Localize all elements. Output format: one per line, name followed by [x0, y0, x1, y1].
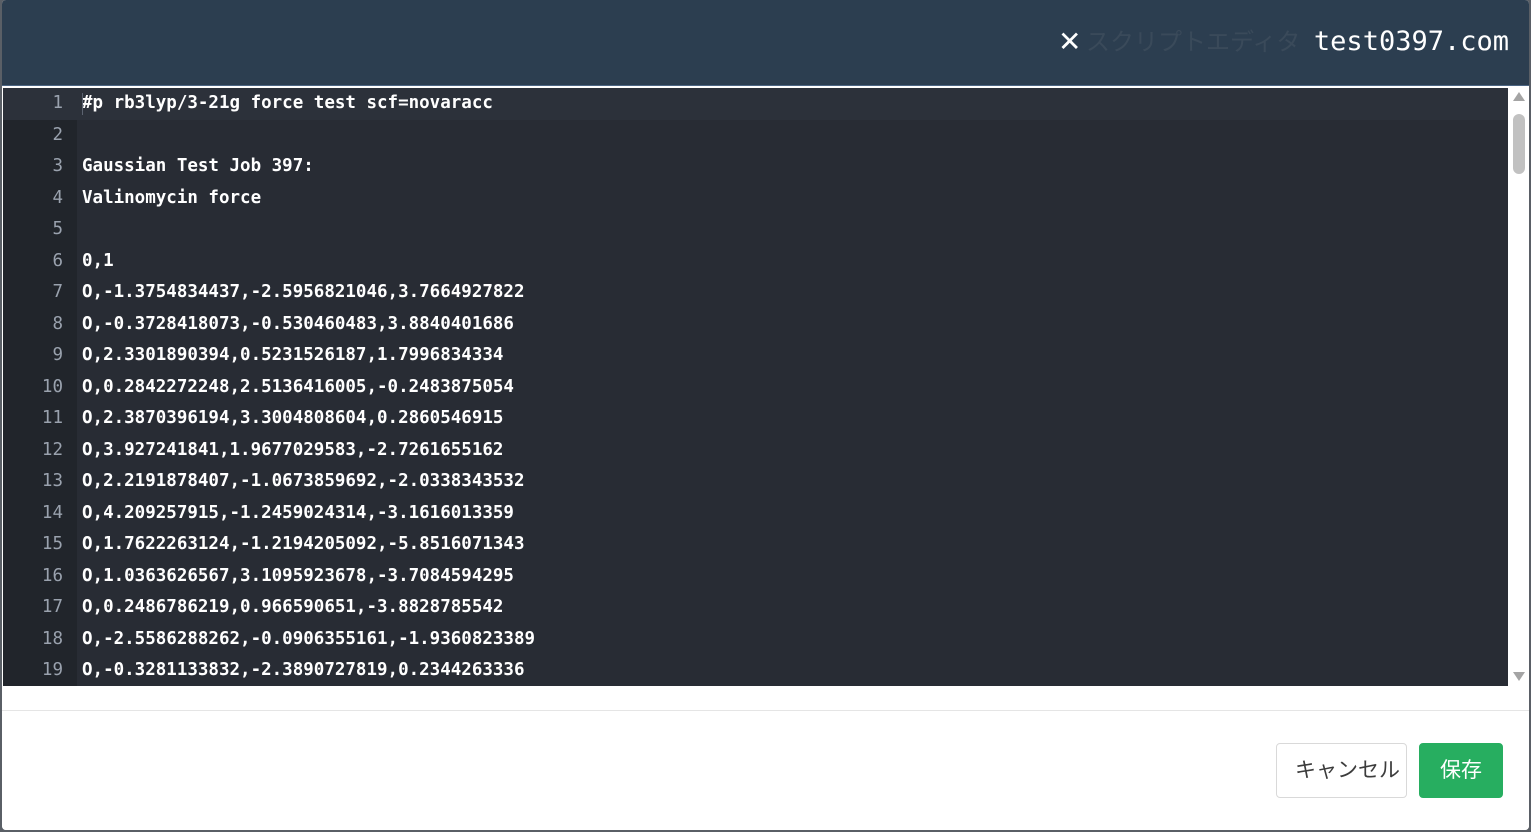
line-text[interactable]: O,0.2486786219,0.966590651,-3.8828785542 [82, 592, 503, 624]
line-text[interactable]: O,1.0363626567,3.1095923678,-3.708459429… [82, 561, 514, 593]
line-number: 4 [52, 187, 63, 208]
code-editor[interactable]: 1 #p rb3lyp/3-21g force test scf=novaracc… [3, 88, 1529, 686]
scroll-down-arrow-icon[interactable] [1513, 672, 1525, 681]
line-text[interactable]: O,1.7622263124,-1.2194205092,-5.85160713… [82, 529, 525, 561]
modal-title: スクリプトエディタ [1086, 28, 1301, 56]
code-line[interactable]: 5 [3, 214, 1508, 246]
line-text[interactable]: O,3.927241841,1.9677029583,-2.7261655162 [82, 435, 503, 467]
code-line[interactable]: 1 #p rb3lyp/3-21g force test scf=novaracc [3, 88, 1508, 120]
line-text[interactable]: O,2.3870396194,3.3004808604,0.2860546915 [82, 403, 503, 435]
scroll-thumb[interactable] [1513, 114, 1525, 174]
code-line[interactable]: 11 O,2.3870396194,3.3004808604,0.28605469… [3, 403, 1508, 435]
line-number: 9 [52, 345, 63, 365]
code-line[interactable]: 18 O,-2.5586288262,-0.0906355161,-1.93608… [3, 624, 1508, 656]
line-number: 6 [52, 250, 63, 271]
modal-header: ✕ スクリプトエディタ test0397.com [2, 0, 1529, 86]
save-button[interactable]: 保存 [1419, 743, 1503, 798]
code-line[interactable]: 10 O,0.2842272248,2.5136416005,-0.2483875… [3, 372, 1508, 404]
line-number: 14 [41, 502, 63, 523]
line-number: 7 [52, 282, 63, 302]
script-editor-modal: ✕ スクリプトエディタ test0397.com 1 #p rb3lyp/3-21… [2, 0, 1529, 830]
cancel-button[interactable]: キャンセル [1276, 743, 1407, 798]
line-number: 5 [52, 219, 63, 239]
line-text[interactable]: O,4.209257915,-1.2459024314,-3.161601335… [82, 498, 514, 530]
line-number: 8 [52, 313, 63, 334]
line-number: 15 [41, 534, 63, 554]
code-line[interactable]: 7 O,-1.3754834437,-2.5956821046,3.7664927… [3, 277, 1508, 309]
editor-scrollbar[interactable] [1508, 88, 1529, 686]
text-cursor [82, 93, 83, 115]
line-text[interactable]: O,-2.5586288262,-0.0906355161,-1.9360823… [82, 624, 535, 656]
code-lines[interactable]: 1 #p rb3lyp/3-21g force test scf=novaracc… [3, 88, 1508, 686]
line-text[interactable]: Gaussian Test Job 397: [82, 151, 314, 183]
code-line[interactable]: 2 [3, 120, 1508, 152]
line-number: 2 [52, 124, 63, 145]
code-line[interactable]: 6 0,1 [3, 246, 1508, 278]
close-icon[interactable]: ✕ [1058, 28, 1082, 56]
line-text[interactable]: O,2.2191878407,-1.0673859692,-2.03383435… [82, 466, 525, 498]
line-text[interactable]: O,2.3301890394,0.5231526187,1.7996834334 [82, 340, 503, 372]
line-text[interactable]: O,-0.3728418073,-0.530460483,3.884040168… [82, 309, 514, 341]
line-number: 10 [41, 376, 63, 397]
code-line[interactable]: 19 O,-0.3281133832,-2.3890727819,0.234426… [3, 655, 1508, 686]
line-text[interactable]: #p rb3lyp/3-21g force test scf=novaracc [82, 88, 493, 120]
line-number: 1 [3, 88, 63, 120]
line-number: 16 [41, 565, 63, 586]
code-line[interactable]: 13 O,2.2191878407,-1.0673859692,-2.033834… [3, 466, 1508, 498]
host-name: test0397.com [1313, 26, 1509, 57]
code-line[interactable]: 15 O,1.7622263124,-1.2194205092,-5.851607… [3, 529, 1508, 561]
line-number: 18 [41, 628, 63, 649]
line-number: 19 [41, 660, 63, 680]
line-number: 11 [41, 408, 63, 428]
code-line[interactable]: 9 O,2.3301890394,0.5231526187,1.799683433… [3, 340, 1508, 372]
code-line[interactable]: 14 O,4.209257915,-1.2459024314,-3.1616013… [3, 498, 1508, 530]
code-line[interactable]: 3 Gaussian Test Job 397: [3, 151, 1508, 183]
line-number: 12 [41, 439, 63, 460]
code-line[interactable]: 12 O,3.927241841,1.9677029583,-2.72616551… [3, 435, 1508, 467]
line-number: 17 [41, 597, 63, 617]
modal-footer: キャンセル 保存 [2, 710, 1529, 830]
code-line[interactable]: 4 Valinomycin force [3, 183, 1508, 215]
line-text[interactable]: O,0.2842272248,2.5136416005,-0.248387505… [82, 372, 514, 404]
code-line[interactable]: 16 O,1.0363626567,3.1095923678,-3.7084594… [3, 561, 1508, 593]
line-number: 13 [41, 471, 63, 491]
line-text[interactable]: O,-0.3281133832,-2.3890727819,0.23442633… [82, 655, 525, 686]
line-text[interactable]: O,-1.3754834437,-2.5956821046,3.76649278… [82, 277, 525, 309]
code-line[interactable]: 17 O,0.2486786219,0.966590651,-3.88287855… [3, 592, 1508, 624]
code-line[interactable]: 8 O,-0.3728418073,-0.530460483,3.88404016… [3, 309, 1508, 341]
line-text[interactable]: 0,1 [82, 246, 114, 278]
line-text[interactable]: Valinomycin force [82, 183, 261, 215]
line-number: 3 [52, 156, 63, 176]
scroll-up-arrow-icon[interactable] [1513, 92, 1525, 101]
